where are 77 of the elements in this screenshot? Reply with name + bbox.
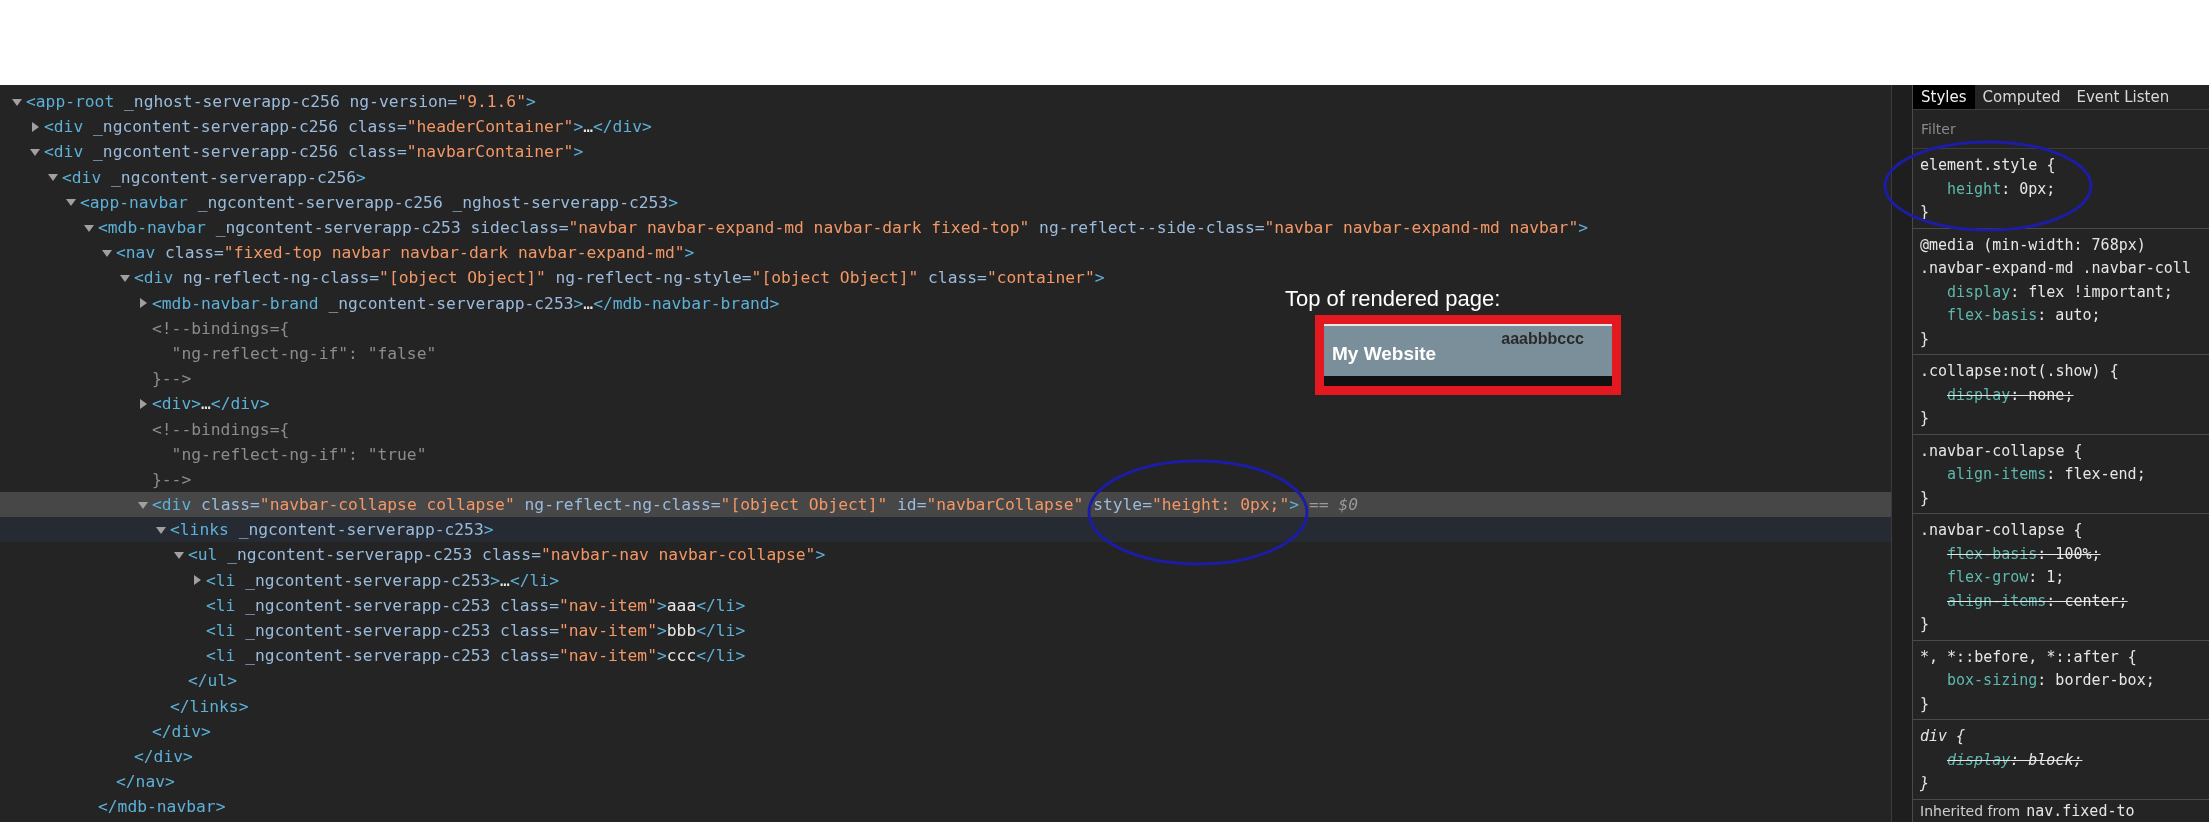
filter-field[interactable]: Filter — [1919, 117, 2203, 142]
expanded-arrow-icon[interactable] — [12, 96, 22, 107]
html-comment-line[interactable]: <!--bindings={ — [152, 419, 290, 439]
dom-node[interactable]: <li _ngcontent-serverapp-c253 class="nav-item">ccc</li> — [206, 646, 746, 666]
collapsed-arrow-icon[interactable] — [138, 398, 148, 409]
inherited-element-link[interactable]: nav.fixed-to — [2026, 801, 2135, 820]
css-declaration[interactable]: box-sizing: border-box; — [1913, 671, 2155, 690]
closing-brace: } — [1919, 409, 1930, 428]
collapsed-arrow-icon[interactable] — [192, 575, 202, 586]
expanded-arrow-icon[interactable] — [156, 524, 166, 535]
html-comment-line[interactable]: }--> — [152, 469, 192, 489]
closing-tag[interactable]: </div> — [134, 746, 193, 766]
expanded-arrow-icon[interactable] — [84, 222, 94, 233]
dom-node[interactable]: <div _ngcontent-serverapp-c256> — [62, 167, 366, 187]
closing-brace: } — [1919, 488, 1930, 507]
dom-node[interactable]: <nav class="fixed-top navbar navbar-dark navbar-expand-md"> — [116, 243, 695, 263]
inherited-label: Inherited from — [1920, 802, 2021, 819]
annotation-caption: Top of rendered page: — [1285, 286, 1501, 312]
html-comment-line[interactable]: "ng-reflect-ng-if": "false" — [171, 343, 437, 363]
closing-brace: } — [1919, 615, 1930, 634]
brand-text: My Website — [1332, 343, 1437, 365]
css-declaration[interactable]: display: none; — [1913, 385, 2074, 404]
dom-node[interactable]: <div _ngcontent-serverapp-c256 class="navbarContainer"> — [44, 142, 584, 162]
closing-brace: } — [1919, 694, 1930, 713]
html-comment-line[interactable]: <!--bindings={ — [152, 318, 290, 338]
closing-tag[interactable]: </mdb-navbar> — [98, 797, 226, 817]
dom-node[interactable]: <div class="navbar-collapse collapse" ng-reflect-ng-class="[object Object]" id="navbarCollapse" style="height: 0px;"> — [152, 495, 1299, 515]
dom-node[interactable]: <div _ngcontent-serverapp-c256 class="headerContainer">…</div> — [44, 117, 652, 137]
collapsed-arrow-icon[interactable] — [138, 298, 148, 309]
dom-node[interactable]: <div ng-reflect-ng-class="[object Object]" ng-reflect-ng-style="[object Object]" class="container"> — [134, 268, 1105, 288]
html-comment-line[interactable]: "ng-reflect-ng-if": "true" — [171, 444, 427, 464]
styles-tab[interactable]: Event Listen — [2068, 85, 2178, 109]
expanded-arrow-icon[interactable] — [30, 146, 40, 157]
dom-node[interactable]: <mdb-navbar-brand _ngcontent-serverapp-c253>…</mdb-navbar-brand> — [152, 293, 780, 313]
css-selector: .navbar-collapse { — [1919, 521, 2083, 540]
expanded-arrow-icon[interactable] — [102, 247, 112, 258]
css-declaration[interactable]: display: flex !important; — [1913, 282, 2173, 301]
css-selector: div { — [1919, 727, 1966, 746]
collapsed-arrow-icon[interactable] — [30, 121, 40, 132]
dom-node[interactable]: <ul _ngcontent-serverapp-c253 class="navbar-nav navbar-collapse"> — [188, 545, 826, 565]
selected-node-marker: == $0 — [1309, 495, 1358, 515]
nav-links-text: aaabbbccc — [1501, 330, 1584, 349]
css-declaration[interactable]: align-items: center; — [1913, 591, 2128, 610]
dom-node[interactable]: <li _ngcontent-serverapp-c253 class="nav-item">bbb</li> — [206, 621, 746, 641]
css-declaration[interactable]: flex-basis: auto; — [1913, 306, 2101, 325]
dom-node[interactable]: <li _ngcontent-serverapp-c253>…</li> — [206, 570, 559, 590]
html-comment-line[interactable]: }--> — [152, 369, 192, 389]
closing-brace: } — [1919, 774, 1930, 793]
expanded-arrow-icon[interactable] — [174, 549, 184, 560]
css-selector: *, *::before, *::after { — [1919, 647, 2137, 666]
dom-node[interactable]: <div>…</div> — [152, 394, 270, 414]
css-selector: @media (min-width: 768px) — [1919, 235, 2146, 254]
css-selector: .navbar-collapse { — [1919, 441, 2083, 460]
css-declaration[interactable]: display: block; — [1913, 750, 2083, 769]
css-declaration[interactable]: flex-grow: 1; — [1913, 568, 2065, 587]
closing-brace: } — [1919, 329, 1930, 348]
dom-node[interactable]: <links _ngcontent-serverapp-c253> — [170, 520, 494, 540]
dom-node[interactable]: <mdb-navbar _ngcontent-serverapp-c253 sideclass="navbar navbar-expand-md navbar-dark fixed-top" ng-reflect--side-class="navbar navbar-expand-md navbar"> — [98, 218, 1589, 238]
css-selector: .collapse:not(.show) { — [1919, 362, 2119, 381]
styles-tab[interactable]: Styles — [1913, 85, 1975, 109]
expanded-arrow-icon[interactable] — [138, 499, 148, 510]
css-selector: .navbar-expand-md .navbar-coll — [1919, 259, 2191, 278]
expanded-arrow-icon[interactable] — [48, 172, 58, 183]
styles-tab[interactable]: Computed — [1974, 85, 2069, 109]
expanded-arrow-icon[interactable] — [120, 272, 130, 283]
closing-tag[interactable]: </div> — [152, 721, 211, 741]
dom-node[interactable]: <app-navbar _ngcontent-serverapp-c256 _nghost-serverapp-c253> — [80, 192, 678, 212]
dom-node[interactable]: <li _ngcontent-serverapp-c253 class="nav-item">aaa</li> — [206, 595, 746, 615]
closing-tag[interactable]: </ul> — [188, 671, 238, 691]
closing-tag[interactable]: </links> — [170, 696, 249, 716]
css-declaration[interactable]: flex-basis: 100%; — [1913, 544, 2101, 563]
css-declaration[interactable]: align-items: flex-end; — [1913, 465, 2146, 484]
dom-node[interactable]: <app-root _nghost-serverapp-c256 ng-version="9.1.6"> — [26, 92, 536, 112]
closing-tag[interactable]: </nav> — [116, 772, 175, 792]
expanded-arrow-icon[interactable] — [66, 197, 76, 208]
css-selector: element.style { — [1919, 156, 2056, 175]
css-declaration[interactable]: height: 0px; — [1913, 179, 2056, 198]
